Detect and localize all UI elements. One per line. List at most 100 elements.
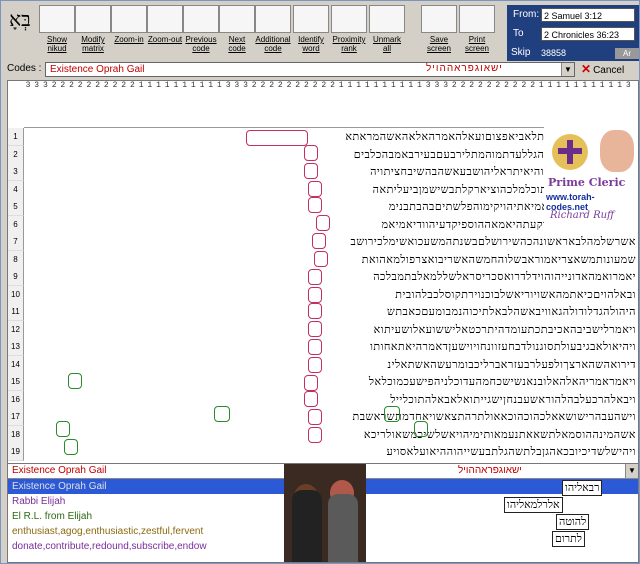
ar-button[interactable]: Ar — [615, 48, 639, 59]
row-number: 2 — [8, 145, 24, 164]
column-number: 3 — [234, 81, 240, 90]
matrix-row[interactable]: ויהישלשדיכיובכאהגןבלתשהגלתבעשייהוההיאועל… — [26, 443, 636, 460]
column-number: 1 — [591, 81, 596, 90]
toolbar-button[interactable]: Save screen — [421, 5, 457, 59]
logo-url: www.torah-codes.net — [546, 192, 595, 212]
letter-highlight — [316, 215, 330, 231]
codes-value: Existence Oprah Gail — [50, 64, 145, 75]
letter-highlight — [304, 375, 318, 391]
letter-highlight-green — [56, 421, 70, 437]
toolbar-button[interactable]: Zoom-in — [111, 5, 147, 59]
to-label: To — [513, 28, 524, 39]
toolbar-button[interactable]: Identify word — [293, 5, 329, 59]
code-list-panel: Existence Oprah Gail ישאוגפראההויל ▼ Exi… — [7, 463, 639, 563]
matrix-row[interactable]: ובאלהויםכיאתמהאשויוריאשלבוכנוירתקוסלכבלה… — [26, 286, 636, 303]
arrow-left-icon — [183, 5, 219, 33]
column-number: 2 — [486, 81, 492, 90]
letter-highlight — [308, 321, 322, 337]
letter-highlight — [308, 339, 322, 355]
row-number: 14 — [8, 355, 24, 374]
toolbar-button-label: Identify word — [298, 35, 324, 53]
to-field[interactable]: 2 Chronicles 36:23 — [541, 27, 635, 41]
prime-cleric-logo: Prime Cleric www.torah-codes.net Richard… — [544, 126, 636, 236]
column-number: 2 — [112, 81, 118, 90]
column-number: 2 — [512, 81, 518, 90]
toolbar-button[interactable]: Show nikud — [39, 5, 75, 59]
column-number: 2 — [86, 81, 92, 90]
from-field[interactable]: 2 Samuel 3:12 — [541, 8, 635, 22]
matrix-row[interactable]: שמעונותמשאצריאמוראבשלוהחמשהאשריבואצרפולמ… — [26, 251, 636, 268]
cancel-button[interactable]: ✕ Cancel — [581, 61, 637, 78]
matrix-row[interactable]: ויאמרלישביבהאכיבתכתעומדהיתרכטאליששועאלוש… — [26, 321, 636, 338]
column-number: 1 — [390, 81, 396, 90]
column-number: 1 — [547, 81, 553, 90]
column-number: 1 — [156, 81, 161, 90]
toolbar-button-label: Print screen — [464, 35, 489, 53]
letter-highlight — [308, 181, 322, 197]
row-number: 17 — [8, 408, 24, 426]
hebrew-word-box: להוטה — [556, 514, 590, 530]
column-number: 2 — [103, 81, 109, 90]
column-number: 3 — [25, 81, 31, 90]
hebrew-letters-icon — [39, 5, 75, 33]
toolbar-button[interactable]: Zoom-out — [147, 5, 183, 59]
chevron-down-icon[interactable]: ▼ — [561, 63, 574, 76]
row-number: 13 — [8, 338, 24, 356]
toolbar-button[interactable]: Previous code — [183, 5, 219, 59]
column-number: 3 — [34, 81, 40, 90]
logo-author: Richard Ruff — [550, 210, 615, 221]
chevron-down-icon[interactable]: ▼ — [625, 464, 638, 478]
avatar — [600, 130, 634, 172]
letter-highlight — [312, 233, 326, 249]
print-icon — [459, 5, 495, 33]
matrix-row[interactable]: וישהעבהרישושאאלכהוכהוכאאולתרהתצאשויאחדמת… — [26, 408, 636, 425]
hebrew-word-box: רבאליהו — [562, 480, 603, 496]
toolbar-button[interactable]: Next code — [219, 5, 255, 59]
column-number: 1 — [564, 81, 570, 90]
letter-highlight-green — [414, 421, 428, 437]
matrix-row[interactable]: אשהמינההוסמאלתשאאתנעמאותימיהויאשלשיכמשאו… — [26, 426, 636, 443]
row-number: 7 — [8, 233, 24, 251]
column-number: 2 — [303, 81, 309, 90]
toolbar-button[interactable]: Print screen — [459, 5, 495, 59]
identify-icon — [293, 5, 329, 33]
matrix-row[interactable]: ויאמראמריהאלהאלובנאנשישכחמהעדוכלניהפישעכ… — [26, 373, 636, 390]
codes-label: Codes : — [7, 63, 42, 74]
column-number: 2 — [60, 81, 66, 90]
toolbar-button[interactable]: Unmark all — [369, 5, 405, 59]
toolbar: בְּאָ Show nikud Modify matrix Zoom-in Zoom-o… — [1, 1, 511, 61]
letter-highlight-green — [384, 406, 400, 422]
matrix-row[interactable]: ויהיאולאבגיבעולתסוגנולדבחעזוונחויוישעןדא… — [26, 338, 636, 355]
matrix-grid[interactable]: 3 3 3 2 2 2 2 2 2 2 2 2 2 1 1 1 1 1 1 1 … — [7, 80, 639, 464]
logo-title: Prime Cleric — [548, 176, 626, 189]
matrix-row[interactable]: היהולהגדלודולהגאוויבאשהלבאלתיכוהנמבומעםכ… — [26, 303, 636, 320]
column-number: 1 — [208, 81, 214, 90]
column-number: 1 — [347, 81, 353, 90]
toolbar-button-label: Show nikud — [46, 35, 67, 53]
codes-dropdown[interactable]: Existence Oprah Gail ישאוגפראההויל ▼ — [45, 62, 575, 77]
column-number: 1 — [182, 81, 187, 90]
letter-highlight-green — [64, 439, 78, 455]
column-number: 3 — [425, 81, 431, 90]
column-number: 2 — [121, 81, 127, 90]
proximity-icon — [331, 5, 367, 33]
matrix-row[interactable]: דירואהשהארצךולפעלרבעזראברליכבומרעשהאשתאל… — [26, 356, 636, 373]
toolbar-button[interactable]: Additional code — [255, 5, 291, 59]
toolbar-button[interactable]: Modify matrix — [75, 5, 111, 59]
column-number: 2 — [477, 81, 483, 90]
column-number: 1 — [338, 81, 344, 90]
toolbar-button-label: Previous code — [185, 35, 217, 53]
letter-highlight — [304, 163, 318, 179]
logo-button[interactable]: בְּאָ — [3, 5, 37, 59]
column-number: 2 — [295, 81, 301, 90]
column-number: 2 — [286, 81, 292, 90]
column-number: 2 — [451, 81, 457, 90]
hebrew-word-box: אלרלמאליהו — [504, 497, 563, 513]
letter-highlight — [308, 287, 322, 303]
column-number: 1 — [599, 81, 605, 90]
hebrew-word-box: לתרום — [552, 531, 585, 547]
matrix-row[interactable]: ויבאלהרכעלבהלהוראשעבנחןישגייתואלאבאלהתוכ… — [26, 391, 636, 408]
toolbar-button[interactable]: Proximity rank — [331, 5, 367, 59]
from-label: From: — [513, 9, 540, 20]
matrix-row[interactable]: יאמרואמהאדונייהוהוידלדרואסכריסראלשללמאלב… — [26, 268, 636, 285]
